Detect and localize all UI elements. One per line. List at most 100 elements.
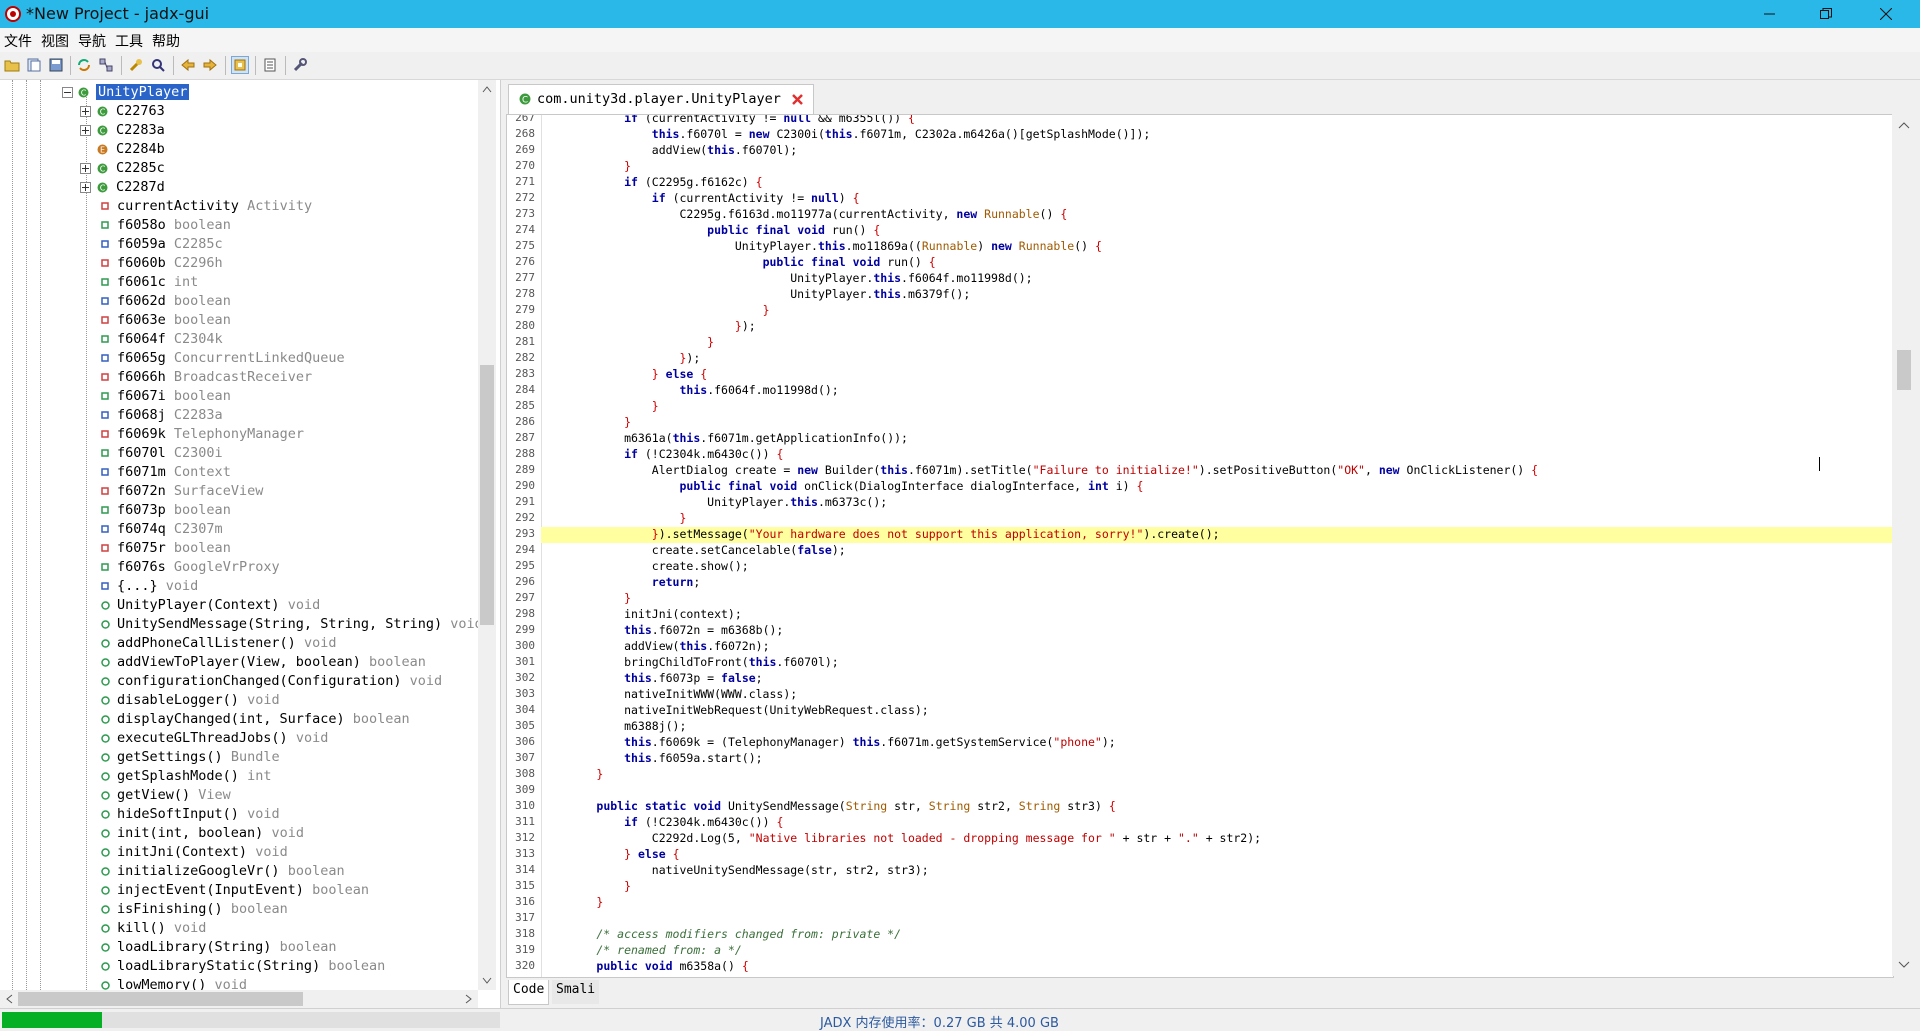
code-editor[interactable]: 267 268 269 270 271 272 273 274 275 276 277 278 279 2…	[506, 114, 1894, 978]
tree-field-node[interactable]: f6075r boolean	[0, 539, 490, 558]
scroll-up-icon[interactable]	[478, 82, 496, 98]
member-type: GoogleVrProxy	[173, 559, 280, 575]
tree-method-node[interactable]: init(int, boolean) void	[0, 824, 490, 843]
code-vertical-thumb[interactable]	[1897, 350, 1911, 390]
tree-method-node[interactable]: getView() View	[0, 786, 490, 805]
menu-file[interactable]: 文件	[0, 28, 37, 51]
tree-horizontal-thumb[interactable]	[18, 992, 303, 1006]
tab-smali[interactable]: Smali	[552, 980, 600, 1004]
tree-field-node[interactable]: currentActivity Activity	[0, 197, 490, 216]
line-number: 284	[515, 383, 535, 396]
tree-method-node[interactable]: getSplashMode() int	[0, 767, 490, 786]
tree-method-node[interactable]: disableLogger() void	[0, 691, 490, 710]
tree-field-node[interactable]: f6067i boolean	[0, 387, 490, 406]
tree-root-node[interactable]: C UnityPlayer	[0, 83, 490, 102]
scroll-down-icon[interactable]	[478, 972, 496, 988]
tab-code[interactable]: Code	[508, 980, 550, 1005]
tree-method-node[interactable]: displayChanged(int, Surface) boolean	[0, 710, 490, 729]
text-search-icon[interactable]	[128, 57, 144, 73]
tree-class-node[interactable]: C C2287d	[0, 178, 490, 197]
tree-field-node[interactable]: f6062d boolean	[0, 292, 490, 311]
tree-method-node[interactable]: hideSoftInput() void	[0, 805, 490, 824]
code-line: bringChildToFront(this.f6070l);	[541, 655, 839, 669]
tree-field-node[interactable]: f6071m Context	[0, 463, 490, 482]
flatten-packages-icon[interactable]	[98, 57, 114, 73]
tree-class-node[interactable]: C C2283a	[0, 121, 490, 140]
tree-method-node[interactable]: addViewToPlayer(View, boolean) boolean	[0, 653, 490, 672]
class-search-icon[interactable]	[150, 57, 166, 73]
scroll-up-icon[interactable]	[1892, 118, 1916, 134]
scroll-right-icon[interactable]	[460, 990, 476, 1008]
tree-method-node[interactable]: loadLibraryStatic(String) boolean	[0, 957, 490, 976]
save-all-icon[interactable]	[48, 57, 64, 73]
tree-method-node[interactable]: isFinishing() boolean	[0, 900, 490, 919]
tree-field-node[interactable]: f6063e boolean	[0, 311, 490, 330]
member-type: boolean	[173, 388, 231, 404]
tree-field-node[interactable]: f6072n SurfaceView	[0, 482, 490, 501]
back-arrow-icon[interactable]	[180, 57, 196, 73]
tree-field-node[interactable]: f6060b C2296h	[0, 254, 490, 273]
tree-method-node[interactable]: executeGLThreadJobs() void	[0, 729, 490, 748]
field-icon	[101, 221, 109, 229]
tree-field-node[interactable]: f6070l C2300i	[0, 444, 490, 463]
scroll-left-icon[interactable]	[2, 990, 18, 1008]
tree-field-node[interactable]: f6076s GoogleVrProxy	[0, 558, 490, 577]
line-number: 300	[515, 639, 535, 652]
tree-field-node[interactable]: f6073p boolean	[0, 501, 490, 520]
close-tab-icon[interactable]	[791, 93, 804, 106]
tree-method-node[interactable]: loadLibrary(String) boolean	[0, 938, 490, 957]
restore-button[interactable]	[1798, 0, 1854, 28]
log-viewer-icon[interactable]	[262, 57, 278, 73]
tree-field-node[interactable]: f6064f C2304k	[0, 330, 490, 349]
tree-class-node[interactable]: C C22763	[0, 102, 490, 121]
expand-icon[interactable]	[80, 163, 91, 174]
tree-method-node[interactable]: UnityPlayer(Context) void	[0, 596, 490, 615]
deobfuscation-icon[interactable]	[231, 56, 249, 74]
tree-field-node[interactable]: f6069k TelephonyManager	[0, 425, 490, 444]
tree-horizontal-scrollbar[interactable]	[0, 990, 478, 1008]
tree-method-node[interactable]: getSettings() Bundle	[0, 748, 490, 767]
menu-tools[interactable]: 工具	[111, 28, 148, 51]
menu-navigate[interactable]: 导航	[74, 28, 111, 51]
tree-field-node[interactable]: f6059a C2285c	[0, 235, 490, 254]
expand-icon[interactable]	[80, 182, 91, 193]
preferences-icon[interactable]	[292, 57, 308, 73]
tree-vertical-thumb[interactable]	[480, 365, 494, 625]
forward-arrow-icon[interactable]	[202, 57, 218, 73]
tree-field-node[interactable]: f6066h BroadcastReceiver	[0, 368, 490, 387]
tree-field-node[interactable]: f6058o boolean	[0, 216, 490, 235]
tree-method-node[interactable]: kill() void	[0, 919, 490, 938]
open-folder-icon[interactable]	[4, 57, 20, 73]
add-files-icon[interactable]	[26, 57, 42, 73]
tree-class-node[interactable]: C C2285c	[0, 159, 490, 178]
code-line: m6388j();	[541, 719, 687, 733]
scroll-down-icon[interactable]	[1892, 956, 1916, 972]
tree-class-label: C2287d	[116, 179, 165, 195]
member-type: View	[198, 787, 231, 803]
tree-field-node[interactable]: f6074q C2307m	[0, 520, 490, 539]
expand-icon[interactable]	[80, 125, 91, 136]
menu-help[interactable]: 帮助	[148, 28, 185, 51]
tree-field-node[interactable]: f6065g ConcurrentLinkedQueue	[0, 349, 490, 368]
tree-field-node[interactable]: f6061c int	[0, 273, 490, 292]
code-line: addView(this.f6072n);	[541, 639, 770, 653]
expand-icon[interactable]	[80, 106, 91, 117]
tree-method-node[interactable]: initJni(Context) void	[0, 843, 490, 862]
tree-field-node[interactable]: {...} void	[0, 577, 490, 596]
tree-method-node[interactable]: initializeGoogleVr() boolean	[0, 862, 490, 881]
close-button[interactable]	[1858, 0, 1914, 28]
tree-class-node[interactable]: E C2284b	[0, 140, 490, 159]
tree-method-node[interactable]: UnitySendMessage(String, String, String)…	[0, 615, 490, 634]
collapse-icon[interactable]	[62, 87, 73, 98]
code-vertical-scrollbar[interactable]	[1892, 114, 1916, 976]
tab-unityplayer[interactable]: C com.unity3d.player.UnityPlayer	[508, 84, 814, 114]
menu-view[interactable]: 视图	[37, 28, 74, 51]
tree-vertical-scrollbar[interactable]	[478, 80, 496, 990]
minimize-button[interactable]	[1742, 0, 1798, 28]
tree-method-node[interactable]: injectEvent(InputEvent) boolean	[0, 881, 490, 900]
tree-field-node[interactable]: f6068j C2283a	[0, 406, 490, 425]
tree-method-node[interactable]: configurationChanged(Configuration) void	[0, 672, 490, 691]
sync-tree-icon[interactable]	[76, 57, 92, 73]
tree-method-node[interactable]: addPhoneCallListener() void	[0, 634, 490, 653]
member-type: void	[255, 844, 288, 860]
